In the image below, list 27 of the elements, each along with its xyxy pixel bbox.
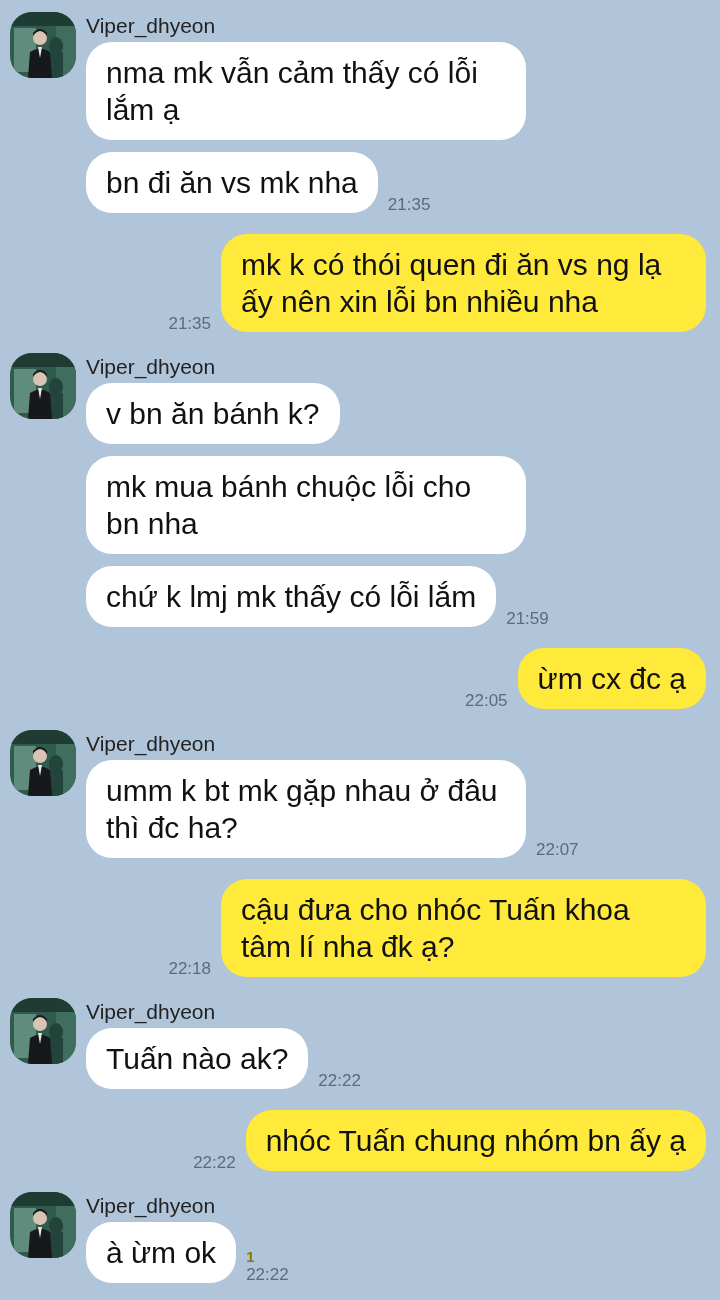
message-bubble: v bn ăn bánh k?	[86, 383, 340, 444]
message-bubble: mk k có thói quen đi ăn vs ng lạ ấy nên xin lỗi bn nhiều nha	[221, 234, 706, 332]
message-bubble: chứ k lmj mk thấy có lỗi lắm	[86, 566, 497, 627]
message-bubble: à ừm ok	[86, 1222, 237, 1283]
message-bubble: nhóc Tuấn chung nhóm bn ấy ạ	[245, 1110, 706, 1171]
message-bubble: umm k bt mk gặp nhau ở đâu thì đc ha?	[86, 760, 526, 858]
message-bubble: cậu đưa cho nhóc Tuấn khoa tâm lí nha đk ạ?	[221, 879, 706, 977]
sender-name: Viper_dhyeon	[86, 13, 217, 38]
timestamp: 22:07	[536, 840, 579, 860]
timestamp: 22:22	[318, 1071, 361, 1091]
timestamp: 22:22	[193, 1153, 236, 1173]
message-bubble: mk mua bánh chuộc lỗi cho bn nha	[86, 456, 526, 554]
timestamp: 22:18	[168, 959, 211, 979]
message-bubble: ừm cx đc ạ	[517, 648, 706, 709]
sender-name: Viper_dhyeon	[86, 731, 217, 756]
message-bubble: nma mk vẫn cảm thấy có lỗi lắm ạ	[86, 42, 526, 140]
message-bubble: bn đi ăn vs mk nha	[86, 152, 378, 213]
timestamp: 21:35	[168, 314, 211, 334]
message-bubble: Tuấn nào ak?	[86, 1028, 309, 1089]
timestamp: 22:22	[246, 1265, 289, 1285]
read-count: 1	[246, 1248, 255, 1265]
sender-name: Viper_dhyeon	[86, 354, 217, 379]
sender-name: Viper_dhyeon	[86, 999, 217, 1024]
timestamp: 22:05	[465, 691, 508, 711]
timestamp: 21:59	[506, 609, 549, 629]
sender-name: Viper_dhyeon	[86, 1193, 217, 1218]
timestamp: 21:35	[387, 195, 431, 215]
